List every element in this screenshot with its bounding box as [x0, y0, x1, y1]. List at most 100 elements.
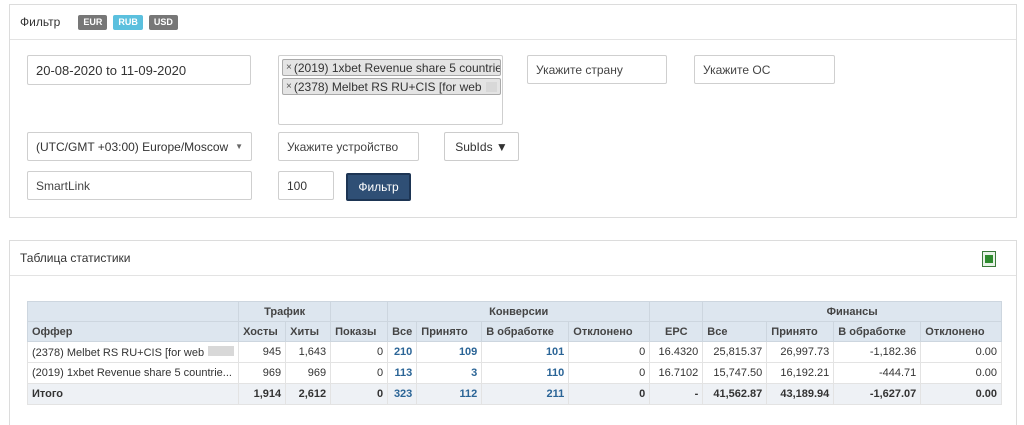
country-placeholder: Укажите страну — [536, 62, 623, 77]
cell-hosts: 969 — [238, 362, 287, 384]
cell-fin-pending: -1,182.36 — [833, 341, 922, 363]
cell-hits: 1,643 — [285, 341, 332, 363]
cell-total-label: Итого — [26, 383, 240, 405]
filter-button[interactable]: Фильтр — [346, 173, 411, 201]
filter-button-label: Фильтр — [358, 180, 399, 194]
date-range-input[interactable]: 20-08-2020 to 11-09-2020 — [27, 55, 251, 85]
cell-impressions: 0 — [330, 362, 389, 384]
col-conv-accepted[interactable]: Принято — [416, 321, 483, 342]
table-header: Оффер Хосты Хиты Показы Все Принято В об… — [26, 321, 1002, 342]
col-conv-pending[interactable]: В обработке — [481, 321, 570, 342]
offer-tag-label: (2378) Melbet RS RU+CIS [for web — [293, 79, 482, 94]
col-conv-all[interactable]: Все — [387, 321, 418, 342]
offer-name: (2378) Melbet RS RU+CIS [for web — [32, 346, 205, 359]
col-conv-rejected[interactable]: Отклонено — [568, 321, 651, 342]
filter-panel: Фильтр EUR RUB USD 20-08-2020 to 11-09-2… — [9, 4, 1017, 218]
table-total-row: Итого 1,914 2,612 0 323 112 211 0 - 41,5… — [26, 383, 1002, 405]
cell-epc: - — [649, 383, 704, 405]
stats-panel: Таблица статистики Трафик Конверсии Фина… — [9, 240, 1017, 425]
cell-fin-pending: -444.71 — [833, 362, 922, 384]
cell-conv-pending-link[interactable]: 211 — [481, 383, 570, 405]
cell-offer: (2019) 1xbet Revenue share 5 countrie... — [26, 362, 240, 384]
cell-conv-accepted-link[interactable]: 109 — [416, 341, 483, 363]
cell-conv-rejected: 0 — [568, 362, 651, 384]
date-range-value: 20-08-2020 to 11-09-2020 — [36, 62, 187, 78]
cell-conv-pending-link[interactable]: 101 — [481, 341, 570, 363]
cell-fin-accepted: 43,189.94 — [766, 383, 835, 405]
country-select[interactable]: Укажите страну — [527, 55, 667, 84]
cell-offer: (2378) Melbet RS RU+CIS [for web — [26, 341, 240, 363]
caret-down-icon: ▼ — [235, 142, 243, 151]
cell-fin-accepted: 26,997.73 — [766, 341, 835, 363]
smartlink-select[interactable]: SmartLink — [27, 171, 252, 200]
col-fin-pending[interactable]: В обработке — [833, 321, 922, 342]
cell-hits: 2,612 — [285, 383, 332, 405]
currency-eur-button[interactable]: EUR — [78, 14, 108, 30]
subids-label: SubIds ▼ — [455, 139, 508, 154]
device-placeholder: Укажите устройство — [287, 139, 399, 154]
cell-fin-rejected: 0.00 — [920, 362, 1002, 384]
cell-conv-accepted-link[interactable]: 112 — [416, 383, 483, 405]
cell-fin-all: 41,562.87 — [702, 383, 768, 405]
col-group-conversions: Конверсии — [387, 301, 651, 322]
col-group-empty — [649, 301, 704, 322]
col-fin-all[interactable]: Все — [702, 321, 768, 342]
redacted-text — [485, 81, 497, 92]
remove-tag-icon[interactable]: × — [286, 62, 292, 73]
currency-rub-button[interactable]: RUB — [113, 14, 143, 30]
remove-tag-icon[interactable]: × — [286, 81, 292, 92]
filter-title: Фильтр — [20, 15, 61, 29]
cell-impressions: 0 — [330, 383, 389, 405]
col-impressions[interactable]: Показы — [330, 321, 389, 342]
limit-input[interactable]: 100 — [278, 171, 334, 200]
cell-fin-all: 25,815.37 — [702, 341, 768, 363]
cell-fin-rejected: 0.00 — [920, 383, 1002, 405]
cell-conv-pending-link[interactable]: 110 — [481, 362, 570, 384]
offer-tag[interactable]: × (2019) 1xbet Revenue share 5 countries — [282, 59, 501, 76]
cell-conv-all-link[interactable]: 210 — [387, 341, 418, 363]
offer-tag-label: (2019) 1xbet Revenue share 5 countries — [293, 60, 501, 75]
cell-impressions: 0 — [330, 341, 389, 363]
cell-conv-all-link[interactable]: 113 — [387, 362, 418, 384]
cell-hits: 969 — [285, 362, 332, 384]
stats-table: Трафик Конверсии Финансы Оффер Хосты Хит… — [26, 301, 1002, 405]
col-fin-accepted[interactable]: Принято — [766, 321, 835, 342]
cell-epc: 16.7102 — [649, 362, 704, 384]
col-group-empty — [26, 301, 240, 322]
smartlink-placeholder: SmartLink — [36, 178, 91, 193]
cell-fin-all: 15,747.50 — [702, 362, 768, 384]
table-row: (2019) 1xbet Revenue share 5 countrie...… — [26, 362, 1002, 384]
cell-hosts: 945 — [238, 341, 287, 363]
stats-panel-header: Таблица статистики — [10, 241, 1016, 276]
cell-epc: 16.4320 — [649, 341, 704, 363]
cell-fin-accepted: 16,192.21 — [766, 362, 835, 384]
excel-export-icon[interactable] — [982, 251, 996, 267]
col-hits[interactable]: Хиты — [285, 321, 332, 342]
offer-tag[interactable]: × (2378) Melbet RS RU+CIS [for web — [282, 78, 501, 95]
table-row: (2378) Melbet RS RU+CIS [for web 945 1,6… — [26, 341, 1002, 363]
col-hosts[interactable]: Хосты — [238, 321, 287, 342]
stats-title: Таблица статистики — [20, 251, 131, 265]
timezone-select[interactable]: (UTC/GMT +03:00) Europe/Moscow ▼ — [27, 132, 252, 161]
cell-conv-accepted-link[interactable]: 3 — [416, 362, 483, 384]
table-group-header: Трафик Конверсии Финансы — [26, 301, 1002, 322]
limit-value: 100 — [287, 178, 308, 193]
cell-fin-rejected: 0.00 — [920, 341, 1002, 363]
col-group-traffic: Трафик — [238, 301, 332, 322]
device-select[interactable]: Укажите устройство — [278, 132, 419, 161]
col-fin-rejected[interactable]: Отклонено — [920, 321, 1002, 342]
cell-hosts: 1,914 — [238, 383, 287, 405]
offer-multiselect[interactable]: × (2019) 1xbet Revenue share 5 countries… — [278, 55, 503, 125]
os-select[interactable]: Укажите ОС — [694, 55, 835, 84]
timezone-value: (UTC/GMT +03:00) Europe/Moscow — [36, 139, 229, 154]
subids-button[interactable]: SubIds ▼ — [444, 132, 519, 161]
filter-panel-header: Фильтр EUR RUB USD — [10, 5, 1016, 40]
col-epc[interactable]: EPC — [649, 321, 704, 342]
col-group-empty — [330, 301, 389, 322]
cell-conv-rejected: 0 — [568, 383, 651, 405]
col-offer[interactable]: Оффер — [26, 321, 240, 342]
redacted-text — [208, 345, 235, 356]
col-group-finance: Финансы — [702, 301, 1002, 322]
currency-usd-button[interactable]: USD — [148, 14, 178, 30]
cell-conv-all-link[interactable]: 323 — [387, 383, 418, 405]
